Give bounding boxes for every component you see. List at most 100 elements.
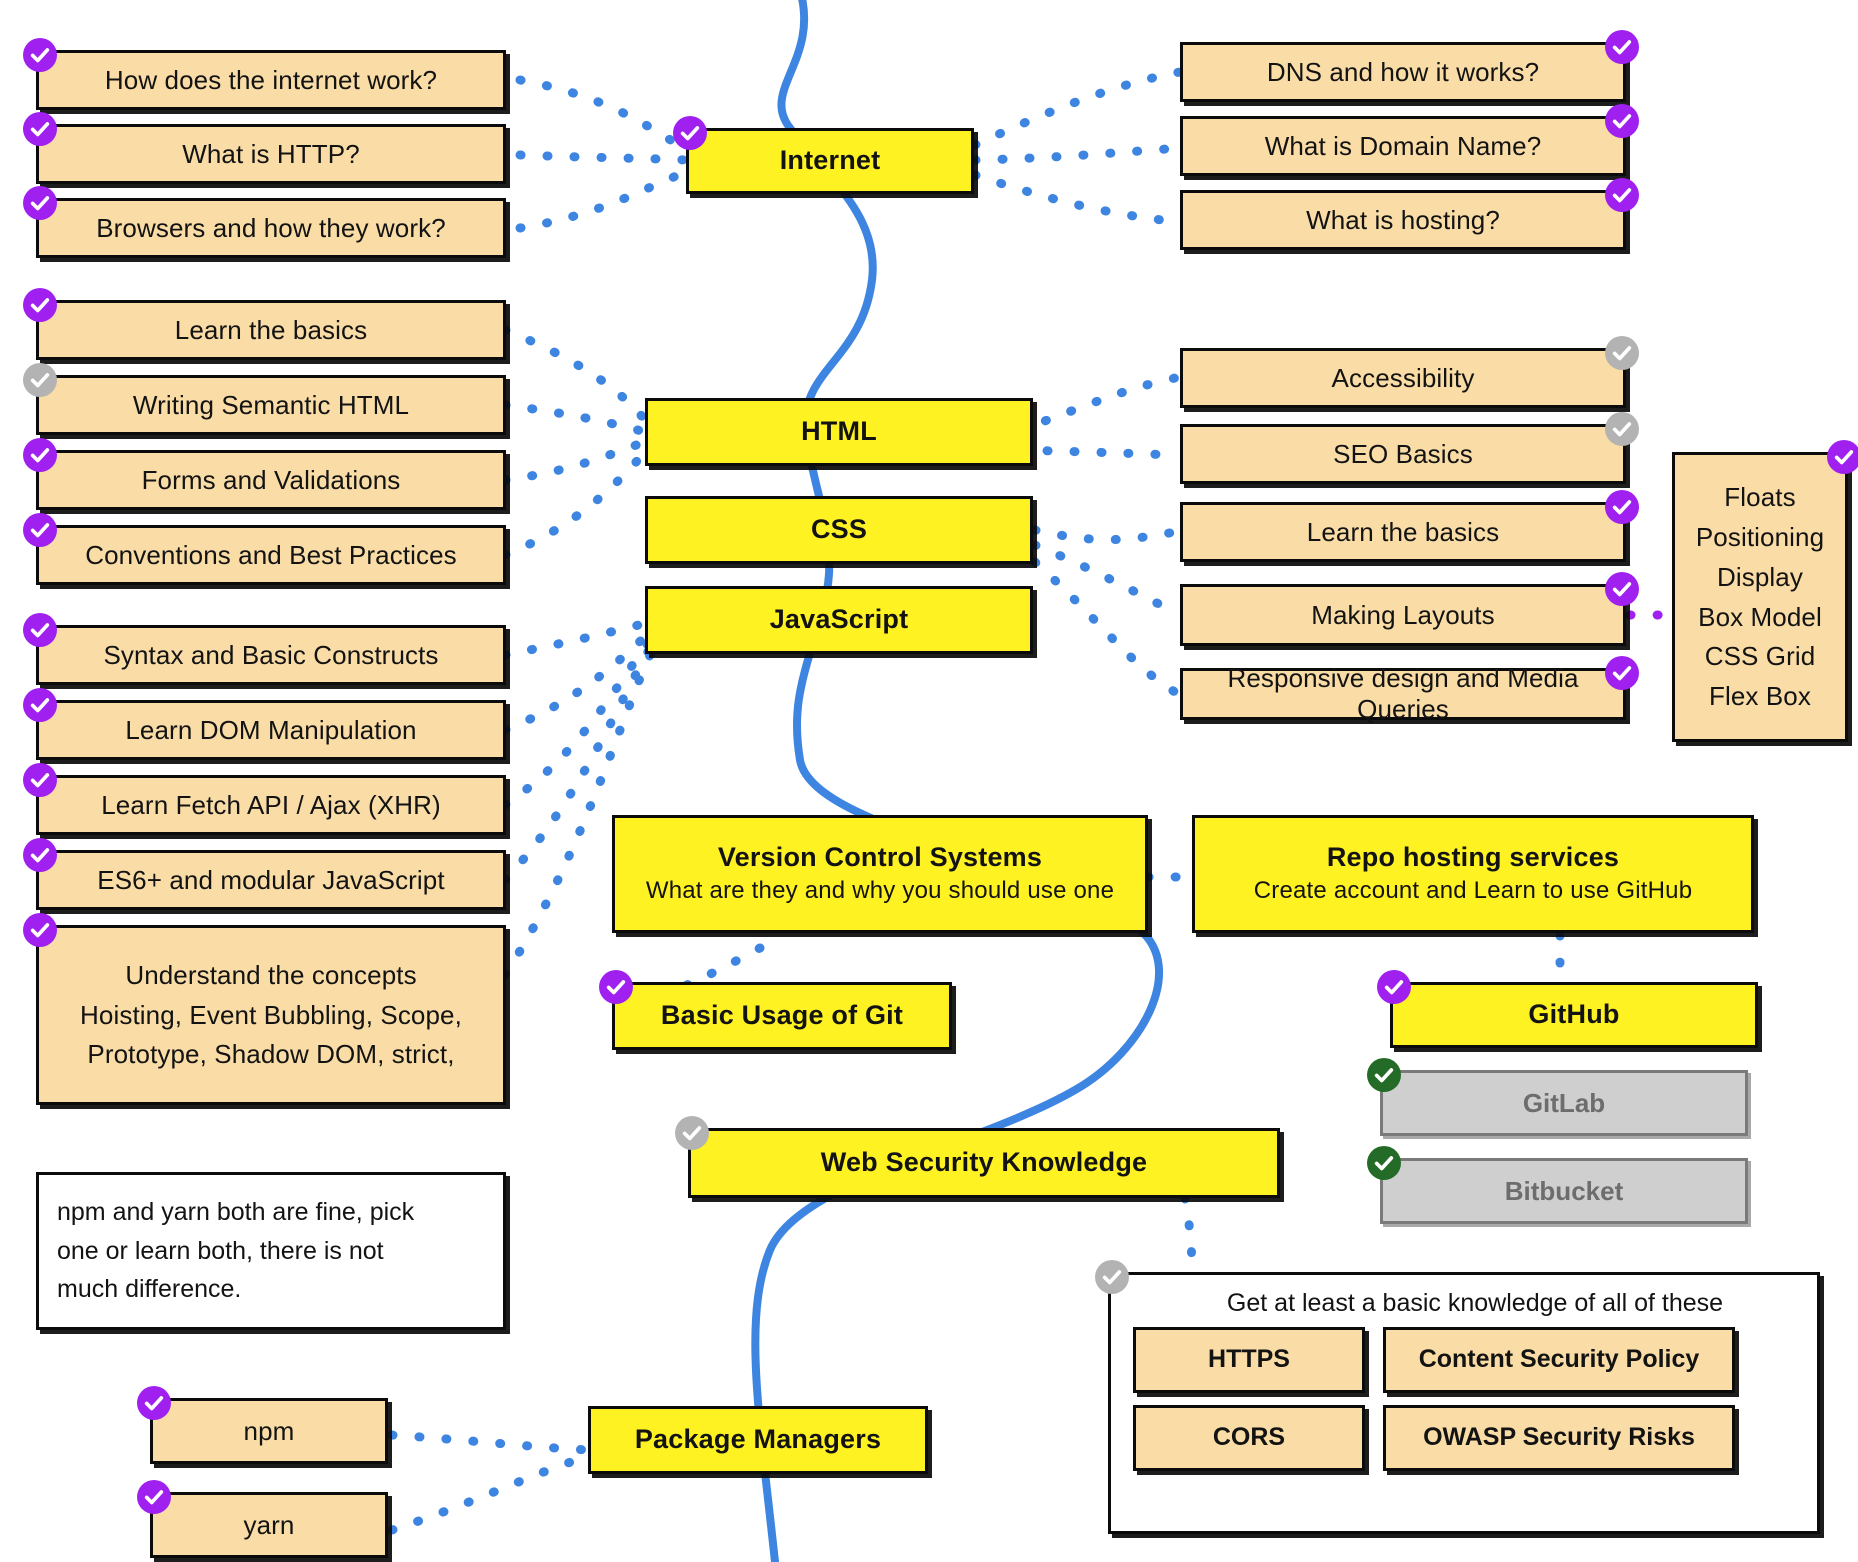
web-security-chip-grid: HTTPS Content Security Policy CORS OWASP… [1111, 1326, 1817, 1489]
node-label: SEO Basics [1333, 438, 1473, 469]
vcs-subtitle: What are they and why you should use one [645, 877, 1115, 905]
node-label: Syntax and Basic Constructs [103, 639, 439, 670]
status-check-icon[interactable] [23, 112, 57, 146]
topic-es6-modular[interactable]: ES6+ and modular JavaScript [23, 838, 506, 910]
node-label: Package Managers [634, 1424, 882, 1455]
web-security-group: Get at least a basic knowledge of all of… [1095, 1260, 1820, 1534]
status-check-icon[interactable] [137, 1386, 171, 1420]
security-chip-https[interactable]: HTTPS [1133, 1326, 1365, 1393]
node-label: What is HTTP? [182, 138, 360, 169]
status-check-icon[interactable] [1095, 1260, 1129, 1294]
node-label: Accessibility [1331, 362, 1475, 393]
repo-service-github[interactable]: GitHub [1377, 970, 1758, 1048]
status-check-icon[interactable] [23, 438, 57, 472]
status-check-icon[interactable] [23, 763, 57, 797]
package-tool-npm[interactable]: npm [137, 1386, 388, 1464]
topic-js-syntax[interactable]: Syntax and Basic Constructs [23, 613, 506, 685]
css-concepts-box[interactable]: Floats Positioning Display Box Model CSS… [1672, 440, 1858, 742]
topic-forms-validations[interactable]: Forms and Validations [23, 438, 506, 510]
spine-node-html[interactable]: HTML [645, 398, 1033, 466]
repo-service-gitlab[interactable]: GitLab [1367, 1058, 1748, 1136]
topic-domain-name[interactable]: What is Domain Name? [1180, 104, 1639, 176]
node-label: CSS [810, 514, 868, 545]
status-check-icon[interactable] [1605, 104, 1639, 138]
status-check-icon[interactable] [23, 363, 57, 397]
note-line: one or learn both, there is not [57, 1236, 384, 1265]
topic-dns[interactable]: DNS and how it works? [1180, 30, 1639, 102]
node-label: Basic Usage of Git [660, 1000, 904, 1031]
node-label: JavaScript [769, 604, 909, 635]
security-chip-cors[interactable]: CORS [1133, 1404, 1365, 1471]
status-check-icon[interactable] [1827, 440, 1858, 474]
status-check-icon[interactable] [1605, 412, 1639, 446]
roadmap-canvas: Internet How does the internet work? Wha… [0, 0, 1858, 1562]
status-check-icon[interactable] [1605, 30, 1639, 64]
status-check-icon[interactable] [23, 513, 57, 547]
status-check-icon[interactable] [599, 970, 633, 1004]
node-label: GitLab [1522, 1087, 1606, 1118]
status-check-icon[interactable] [23, 186, 57, 220]
status-check-icon[interactable] [1367, 1146, 1401, 1180]
topic-seo-basics[interactable]: SEO Basics [1180, 412, 1639, 484]
css-concept-item: CSS Grid [1704, 641, 1816, 672]
spine-node-javascript[interactable]: JavaScript [645, 586, 1033, 654]
status-check-icon[interactable] [23, 613, 57, 647]
topic-fetch-api[interactable]: Learn Fetch API / Ajax (XHR) [23, 763, 506, 835]
node-label: What is Domain Name? [1264, 130, 1542, 161]
topic-accessibility[interactable]: Accessibility [1180, 336, 1639, 408]
css-concept-item: Display [1717, 561, 1803, 592]
note-line: much difference. [57, 1275, 242, 1304]
topic-html-basics[interactable]: Learn the basics [23, 288, 506, 360]
status-check-icon[interactable] [1605, 572, 1639, 606]
css-concept-item: Box Model [1698, 601, 1822, 632]
status-check-icon[interactable] [675, 1116, 709, 1150]
package-managers-node[interactable]: Package Managers [588, 1406, 928, 1474]
topic-semantic-html[interactable]: Writing Semantic HTML [23, 363, 506, 435]
topic-dom-manipulation[interactable]: Learn DOM Manipulation [23, 688, 506, 760]
topic-internet-work[interactable]: How does the internet work? [23, 38, 506, 110]
topic-browsers[interactable]: Browsers and how they work? [23, 186, 506, 258]
status-check-icon[interactable] [1605, 656, 1639, 690]
security-chip-owasp[interactable]: OWASP Security Risks [1383, 1404, 1735, 1471]
status-check-icon[interactable] [23, 288, 57, 322]
status-check-icon[interactable] [23, 913, 57, 947]
node-label: Making Layouts [1311, 599, 1495, 630]
node-label: Internet [779, 145, 881, 176]
node-label: How does the internet work? [104, 64, 438, 95]
topic-hosting[interactable]: What is hosting? [1180, 178, 1639, 250]
spine-node-css[interactable]: CSS [645, 496, 1033, 564]
node-label: Writing Semantic HTML [132, 389, 410, 420]
topic-what-is-http[interactable]: What is HTTP? [23, 112, 506, 184]
topic-responsive-design[interactable]: Responsive design and Media Queries [1180, 656, 1639, 724]
node-label: What is hosting? [1306, 204, 1500, 235]
web-security-knowledge-node[interactable]: Web Security Knowledge [675, 1116, 1280, 1198]
status-check-icon[interactable] [673, 116, 707, 150]
status-check-icon[interactable] [1605, 178, 1639, 212]
note-line: npm and yarn both are fine, pick [57, 1197, 415, 1226]
version-control-systems-node[interactable]: Version Control Systems What are they an… [612, 815, 1148, 933]
spine-node-internet[interactable]: Internet [673, 116, 974, 194]
status-check-icon[interactable] [23, 38, 57, 72]
js-concepts-box[interactable]: Understand the concepts Hoisting, Event … [23, 913, 506, 1105]
repo-hosting-services-node[interactable]: Repo hosting services Create account and… [1192, 815, 1754, 933]
security-chip-csp[interactable]: Content Security Policy [1383, 1326, 1735, 1393]
repo-service-bitbucket[interactable]: Bitbucket [1367, 1146, 1748, 1224]
status-check-icon[interactable] [23, 688, 57, 722]
npm-yarn-note: npm and yarn both are fine, pick one or … [36, 1172, 506, 1330]
node-label: DNS and how it works? [1266, 56, 1540, 87]
css-concept-item: Floats [1724, 482, 1796, 513]
status-check-icon[interactable] [23, 838, 57, 872]
package-tool-yarn[interactable]: yarn [137, 1480, 388, 1558]
status-check-icon[interactable] [137, 1480, 171, 1514]
status-check-icon[interactable] [1605, 336, 1639, 370]
status-check-icon[interactable] [1367, 1058, 1401, 1092]
node-label: GitHub [1528, 999, 1620, 1030]
node-label: Web Security Knowledge [820, 1147, 1148, 1178]
status-check-icon[interactable] [1605, 490, 1639, 524]
topic-css-basics[interactable]: Learn the basics [1180, 490, 1639, 562]
topic-conventions[interactable]: Conventions and Best Practices [23, 513, 506, 585]
status-check-icon[interactable] [1377, 970, 1411, 1004]
basic-usage-of-git-node[interactable]: Basic Usage of Git [599, 970, 952, 1050]
web-security-group-heading: Get at least a basic knowledge of all of… [1226, 1289, 1724, 1317]
topic-making-layouts[interactable]: Making Layouts [1180, 572, 1639, 646]
